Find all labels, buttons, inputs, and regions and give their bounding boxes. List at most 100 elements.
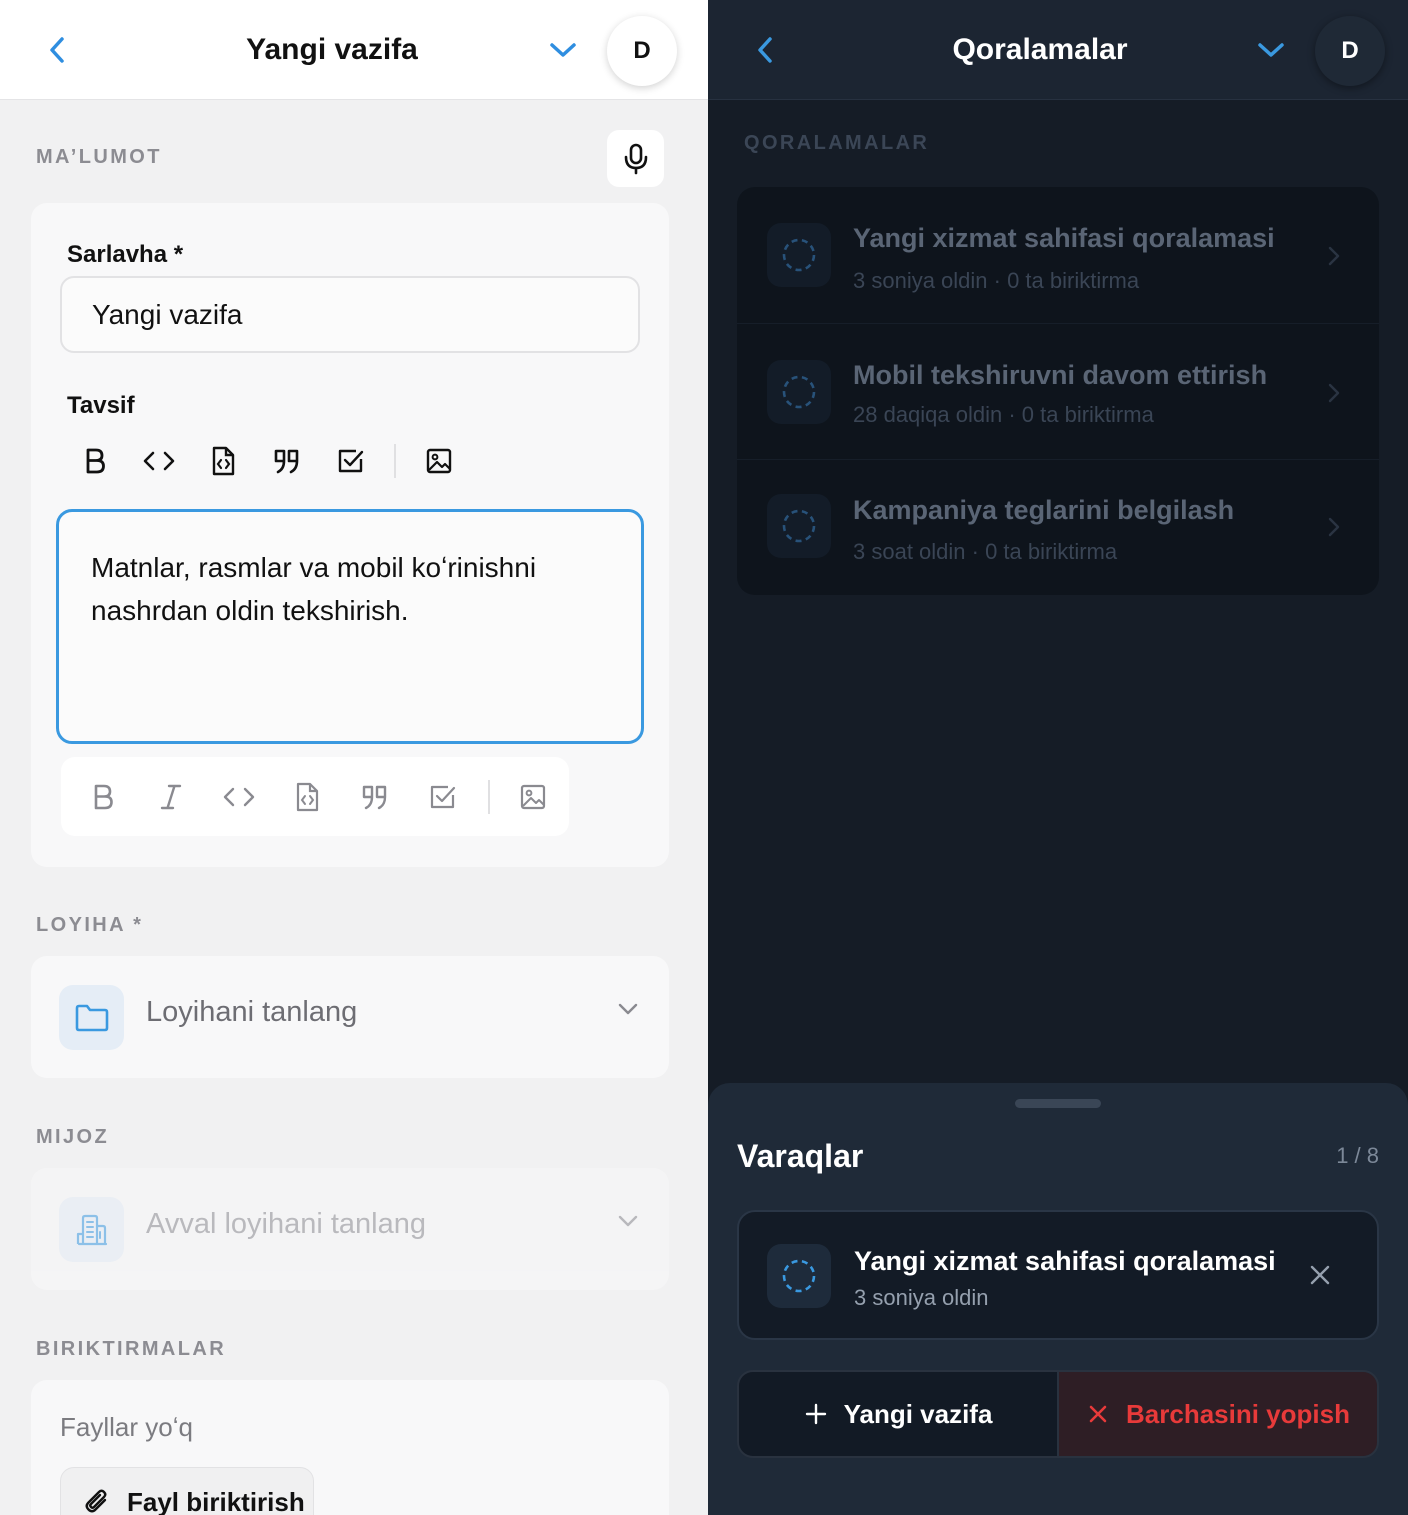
title-dropdown-button[interactable] [1251, 32, 1291, 68]
checkbox-icon [430, 785, 456, 808]
new-task-label: Yangi vazifa [843, 1398, 993, 1429]
draft-title: Mobil tekshiruvni davom ettirish [853, 360, 1268, 390]
bold-button[interactable] [69, 772, 137, 822]
project-select[interactable]: Loyihani tanlang [31, 956, 669, 1078]
dashed-circle-icon [782, 509, 816, 543]
back-button[interactable] [40, 32, 76, 68]
drafts-panel: Qoralamalar D QORALAMALAR Yangi xizmat s… [708, 0, 1408, 1515]
attach-file-label: Fayl biriktirish [127, 1486, 305, 1515]
description-toolbar-bottom [61, 757, 569, 836]
toolbar-divider [488, 779, 490, 814]
drafts-list: Yangi xizmat sahifasi qoralamasi 3 soniy… [737, 187, 1379, 595]
draft-meta: 3 soniya oldin · 0 ta biriktirma [853, 268, 1140, 293]
sheet-actions: Yangi vazifa Barchasini yopish [737, 1370, 1379, 1458]
close-icon [1310, 1265, 1330, 1285]
tab-meta: 3 soniya oldin [854, 1285, 989, 1310]
chevron-down-icon [617, 1214, 639, 1228]
italic-button[interactable] [137, 772, 205, 822]
quote-button[interactable] [255, 436, 319, 486]
paperclip-icon [85, 1489, 107, 1513]
code-icon [143, 451, 175, 471]
code-button[interactable] [205, 772, 273, 822]
draft-item[interactable]: Mobil tekshiruvni davom ettirish 28 daqi… [737, 323, 1379, 459]
description-toolbar-top [63, 436, 471, 486]
quote-icon [362, 785, 387, 809]
code-button[interactable] [127, 436, 191, 486]
header: Yangi vazifa D [0, 0, 708, 100]
info-section-label: MA’LUMOT [36, 146, 162, 168]
avatar[interactable]: D [607, 16, 677, 86]
italic-icon [160, 784, 182, 809]
voice-input-button[interactable] [607, 130, 664, 187]
sheet-title: Varaqlar [737, 1138, 864, 1174]
folder-icon-box [59, 985, 124, 1050]
page-title: Yangi vazifa [246, 33, 418, 66]
draft-item[interactable]: Yangi xizmat sahifasi qoralamasi 3 soniy… [737, 187, 1379, 323]
image-button[interactable] [407, 436, 471, 486]
chevron-down-icon [550, 43, 576, 57]
drafts-section-label: QORALAMALAR [744, 132, 930, 154]
checklist-button[interactable] [319, 436, 383, 486]
tab-counter: 1 / 8 [1336, 1143, 1379, 1168]
description-label: Tavsif [67, 392, 135, 419]
attachments-section-label: BIRIKTIRMALAR [36, 1338, 227, 1360]
building-icon [76, 1214, 107, 1245]
attach-file-button[interactable]: Fayl biriktirish [60, 1467, 314, 1515]
description-textarea[interactable]: Matnlar, rasmlar va mobil koʻrinishni na… [56, 509, 644, 744]
new-task-button[interactable]: Yangi vazifa [739, 1372, 1057, 1456]
chevron-right-icon [1327, 245, 1341, 267]
project-section-label: LOYIHA * [36, 914, 144, 936]
microphone-icon [624, 143, 647, 174]
chevron-down-icon [1258, 43, 1284, 57]
dashed-circle-icon [782, 1259, 816, 1293]
title-field-label: Sarlavha * [67, 241, 184, 268]
building-icon-box [59, 1197, 124, 1262]
back-button[interactable] [748, 32, 784, 68]
title-dropdown-button[interactable] [543, 32, 583, 68]
plus-icon [805, 1403, 826, 1425]
close-all-label: Barchasini yopish [1126, 1398, 1350, 1429]
chevron-left-icon [758, 37, 772, 63]
sheet-drag-handle[interactable] [1015, 1099, 1101, 1108]
draft-item[interactable]: Kampaniya teglarini belgilash 3 soat old… [737, 459, 1379, 595]
code-icon [223, 787, 255, 806]
dashed-circle-icon [782, 375, 816, 409]
draft-status-icon [767, 360, 831, 424]
close-tab-button[interactable] [1305, 1260, 1335, 1290]
close-all-button[interactable]: Barchasini yopish [1057, 1372, 1377, 1456]
bold-icon [94, 784, 113, 809]
folder-icon [75, 1004, 108, 1031]
chevron-left-icon [50, 37, 64, 63]
client-select[interactable]: Avval loyihani tanlang [31, 1168, 669, 1290]
chevron-right-icon [1327, 382, 1341, 404]
attachments-card: Fayllar yoʻq Fayl biriktirish [31, 1380, 669, 1515]
dashed-circle-icon [782, 238, 816, 272]
project-select-placeholder: Loyihani tanlang [146, 996, 358, 1028]
tabs-bottom-sheet: Varaqlar 1 / 8 Yangi xizmat sahifasi qor… [708, 1083, 1408, 1515]
checklist-button[interactable] [409, 772, 477, 822]
draft-status-icon [767, 494, 831, 558]
title-input[interactable]: Yangi vazifa [60, 276, 640, 353]
avatar[interactable]: D [1315, 16, 1385, 86]
code-file-icon [212, 446, 235, 476]
no-files-text: Fayllar yoʻq [60, 1412, 193, 1442]
code-block-button[interactable] [273, 772, 341, 822]
draft-meta: 3 soat oldin · 0 ta biriktirma [853, 539, 1118, 564]
code-block-button[interactable] [191, 436, 255, 486]
quote-icon [274, 449, 299, 474]
code-file-icon [296, 782, 319, 811]
header: Qoralamalar D [708, 0, 1408, 100]
new-task-panel: Yangi vazifa D MA’LUMOT Sarlavha * Yangi… [0, 0, 708, 1515]
quote-button[interactable] [341, 772, 409, 822]
bold-button[interactable] [63, 436, 127, 486]
image-button[interactable] [501, 772, 565, 822]
draft-meta: 28 daqiqa oldin · 0 ta biriktirma [853, 402, 1154, 427]
draft-title: Kampaniya teglarini belgilash [853, 495, 1235, 525]
bold-icon [86, 448, 105, 474]
client-section-label: MIJOZ [36, 1126, 110, 1148]
close-icon [1089, 1405, 1107, 1423]
open-tab-card[interactable]: Yangi xizmat sahifasi qoralamasi 3 soniy… [737, 1210, 1379, 1340]
page-title: Qoralamalar [952, 33, 1128, 66]
image-icon [520, 784, 546, 809]
checkbox-icon [338, 449, 364, 473]
